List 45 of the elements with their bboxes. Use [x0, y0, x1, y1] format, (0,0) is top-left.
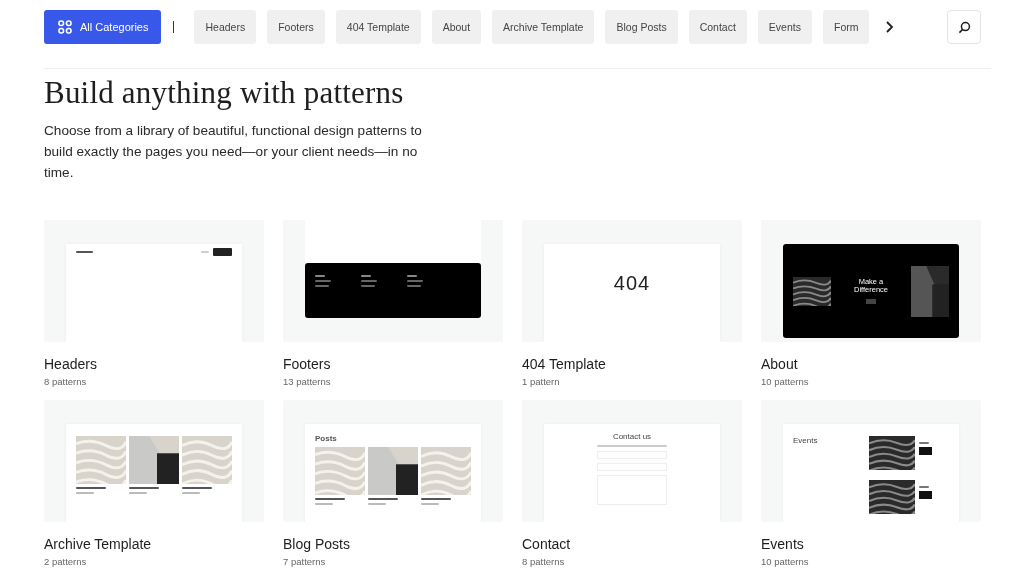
pattern-count: 10 patterns: [761, 556, 810, 567]
preview-heading: Events: [793, 436, 819, 447]
preview-heading: Contact us: [612, 432, 652, 441]
category-chip[interactable]: Events: [757, 10, 812, 44]
card-title[interactable]: Archive Template: [44, 536, 264, 552]
pattern-count: 2 patterns: [44, 556, 88, 567]
card-title[interactable]: Footers: [283, 356, 503, 372]
card-title[interactable]: Blog Posts: [283, 536, 503, 552]
category-chip[interactable]: Footers: [267, 10, 325, 44]
card-title[interactable]: 404 Template: [522, 356, 742, 372]
pattern-count: 8 patterns: [44, 376, 88, 387]
search-button[interactable]: [947, 10, 981, 44]
category-chip[interactable]: Archive Template: [492, 10, 595, 44]
button-placeholder: [919, 447, 932, 455]
pattern-preview[interactable]: Events: [761, 400, 981, 522]
category-chip[interactable]: About: [431, 10, 482, 44]
pattern-count: 10 patterns: [761, 376, 810, 387]
category-chip[interactable]: Form: [822, 10, 870, 44]
category-chip[interactable]: Headers: [194, 10, 257, 44]
grid-icon: [58, 20, 72, 34]
button-placeholder: [866, 299, 876, 304]
pattern-count: 13 patterns: [283, 376, 332, 387]
category-chip[interactable]: 404 Template: [335, 10, 421, 44]
page-subtitle: Choose from a library of beautiful, functional design patterns to build exactly the pages you need—or your client needs—in no time.: [44, 122, 423, 182]
all-categories-button[interactable]: All Categories: [44, 10, 162, 44]
preview-heading: Posts: [315, 434, 338, 443]
card-title[interactable]: About: [761, 356, 981, 372]
search-icon: [957, 20, 971, 34]
pattern-preview[interactable]: 404: [522, 220, 742, 342]
button-placeholder: [213, 248, 232, 256]
category-chip[interactable]: Blog Posts: [605, 10, 678, 44]
pattern-count: 1 pattern: [522, 376, 561, 387]
pattern-count: 7 patterns: [283, 556, 327, 567]
card-title[interactable]: Headers: [44, 356, 264, 372]
pattern-preview[interactable]: Contact us: [522, 400, 742, 522]
pattern-count: 8 patterns: [522, 556, 566, 567]
category-chip[interactable]: Contact: [688, 10, 747, 44]
pattern-preview[interactable]: [283, 220, 503, 342]
pattern-preview[interactable]: Posts: [283, 400, 503, 522]
preview-heading: 404: [613, 271, 651, 295]
pattern-preview[interactable]: [44, 400, 264, 522]
card-title[interactable]: Events: [761, 536, 981, 552]
page-title: Build anything with patterns: [44, 75, 405, 111]
card-title[interactable]: Contact: [522, 536, 742, 552]
button-placeholder: [919, 491, 932, 499]
